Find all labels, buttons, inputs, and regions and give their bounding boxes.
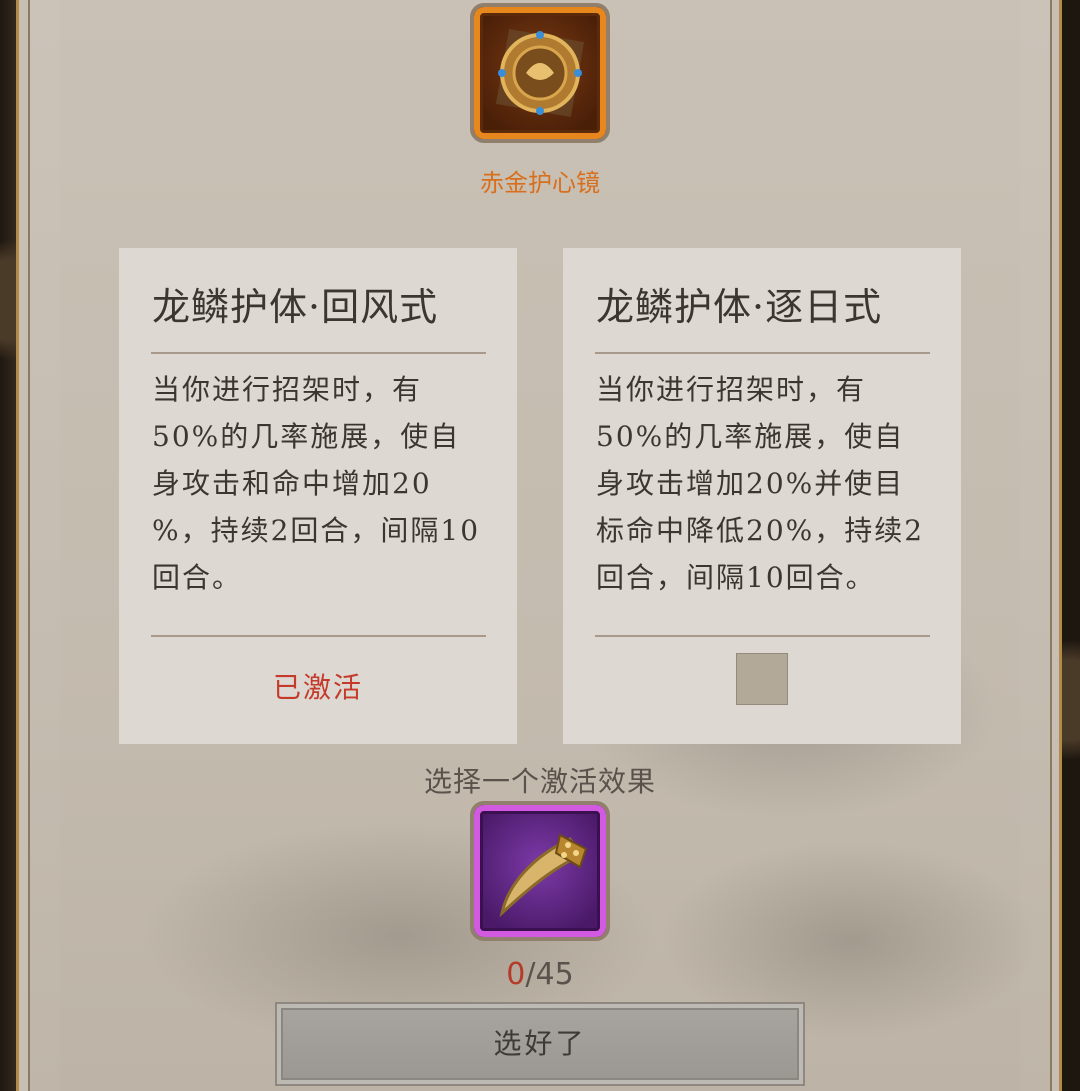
- desc-line: 50%的几率施展，使自: [596, 420, 905, 453]
- effect-card-option[interactable]: 龙鳞护体·逐日式 当你进行招架时，有 50%的几率施展，使自 身攻击增加20%并…: [563, 248, 961, 744]
- desc-line: 回合，间隔10回合。: [596, 561, 876, 594]
- effect-card-active[interactable]: 龙鳞护体·回风式 当你进行招架时，有 50%的几率施展，使自 身攻击和命中增加2…: [119, 248, 517, 744]
- desc-line: 当你进行招架时，有: [596, 373, 867, 406]
- desc-line: 身攻击增加20%并使目: [596, 467, 905, 500]
- desc-line: 回合。: [152, 561, 243, 594]
- select-checkbox[interactable]: [736, 653, 788, 705]
- counter-current: 0: [506, 957, 526, 992]
- card-title: 龙鳞护体·回风式: [152, 285, 439, 329]
- golden-claw-icon: [499, 833, 588, 918]
- card-description: 当你进行招架时，有 50%的几率施展，使自 身攻击和命中增加20 %，持续2回合…: [152, 366, 487, 601]
- counter-separator: /: [525, 957, 536, 992]
- desc-line: %，持续2回合，间隔10: [152, 514, 481, 547]
- divider: [151, 635, 486, 637]
- divider: [595, 352, 930, 354]
- card-description: 当你进行招架时，有 50%的几率施展，使自 身攻击增加20%并使目 标命中降低2…: [596, 366, 931, 601]
- material-counter: 0/45: [440, 957, 640, 992]
- divider: [151, 352, 486, 354]
- gold-heart-mirror-icon: [495, 28, 585, 118]
- desc-line: 当你进行招架时，有: [152, 373, 423, 406]
- divider: [595, 635, 930, 637]
- desc-line: 标命中降低20%，持续2: [596, 514, 925, 547]
- desc-line: 50%的几率施展，使自: [152, 420, 461, 453]
- item-name-label: 赤金护心镜: [480, 169, 600, 197]
- desc-line: 身攻击和命中增加20: [152, 467, 432, 500]
- item-slot-bottom[interactable]: [470, 801, 610, 941]
- item-slot-top[interactable]: [470, 3, 610, 143]
- card-title: 龙鳞护体·逐日式: [596, 285, 883, 329]
- counter-total: 45: [535, 957, 574, 992]
- confirm-button[interactable]: 选好了: [275, 1002, 805, 1086]
- select-effect-prompt: 选择一个激活效果: [423, 765, 656, 798]
- activated-status: 已激活: [272, 671, 363, 704]
